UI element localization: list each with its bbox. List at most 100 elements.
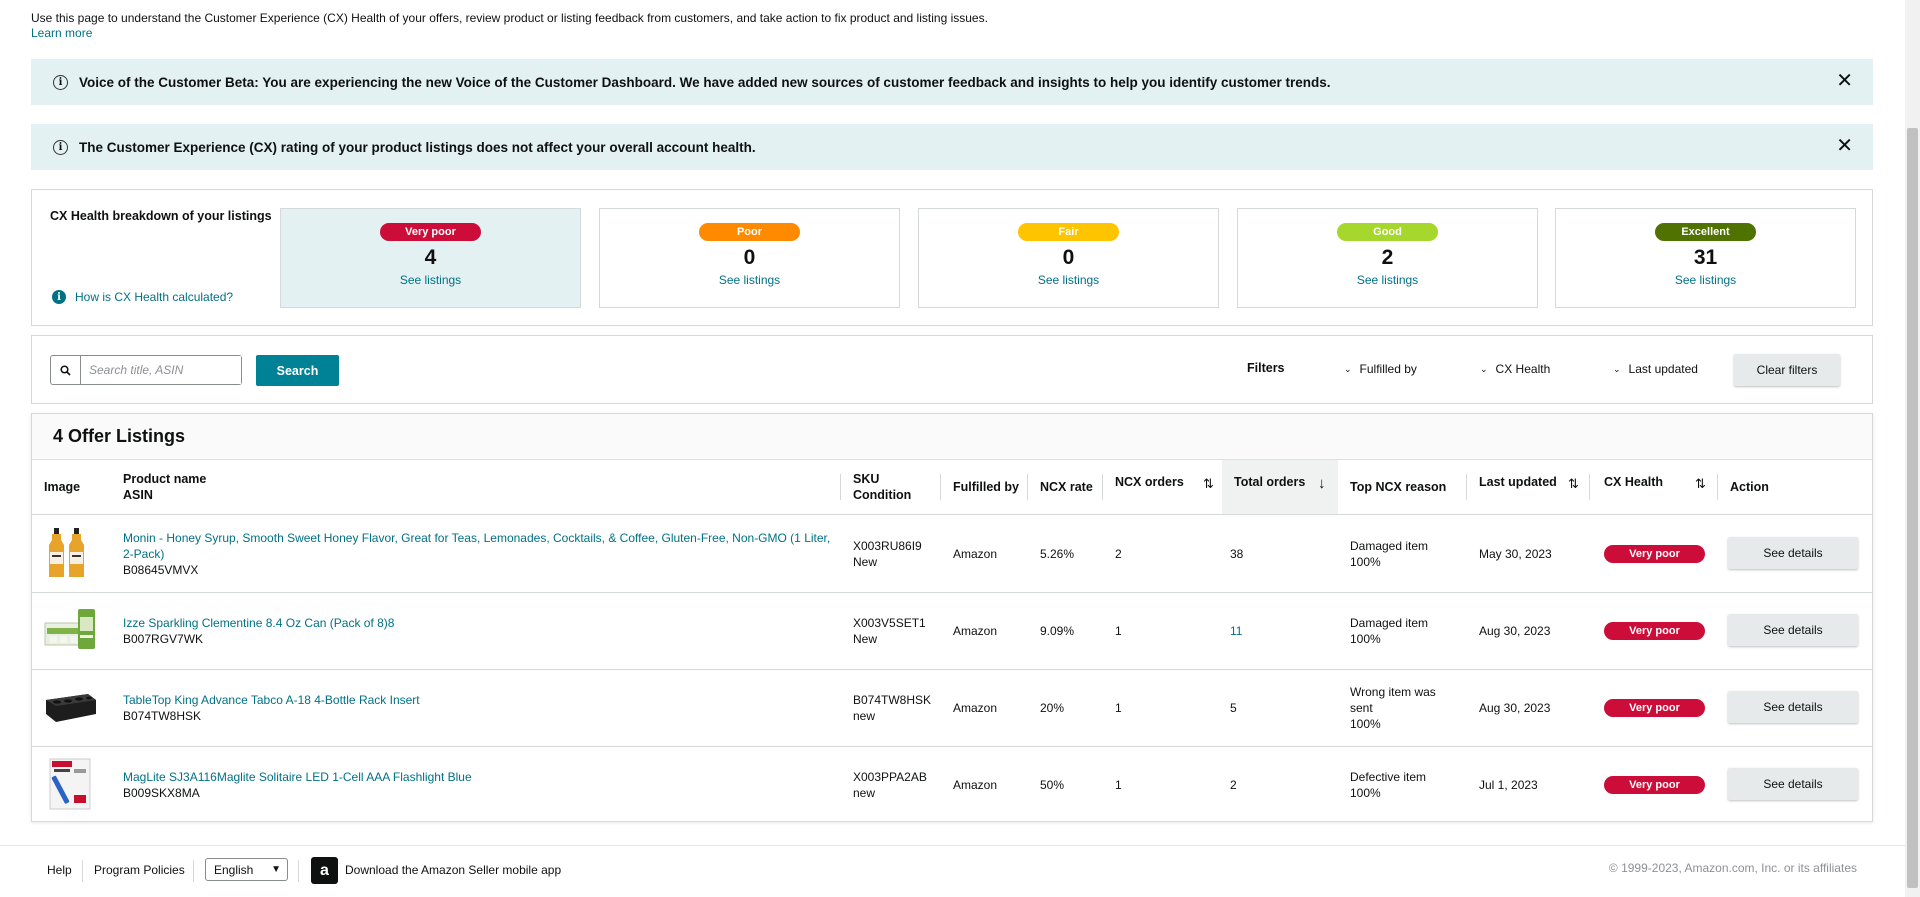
- col-top-ncx-reason: Top NCX reason: [1350, 480, 1447, 494]
- sort-icon[interactable]: ⇅: [1695, 476, 1706, 492]
- cx-rating-banner: i The Customer Experience (CX) rating of…: [31, 124, 1873, 170]
- header-sku: SKU: [853, 472, 880, 486]
- filter-cx-health[interactable]: ⌄ CX Health: [1480, 362, 1550, 376]
- divider: [940, 474, 941, 500]
- header-ncx-orders: NCX orders: [1115, 475, 1184, 489]
- table-row: Izze Sparkling Clementine 8.4 Oz Can (Pa…: [32, 593, 1872, 670]
- product-link[interactable]: MagLite SJ3A116Maglite Solitaire LED 1-C…: [123, 769, 472, 785]
- reason-percent: 100%: [1350, 786, 1381, 800]
- last-updated: Aug 30, 2023: [1479, 624, 1551, 638]
- divider: [298, 860, 299, 882]
- last-updated: Aug 30, 2023: [1479, 701, 1551, 715]
- scrollbar[interactable]: [1905, 0, 1920, 897]
- footer: Help Program Policies English ▼ a Downlo…: [0, 846, 1905, 897]
- health-pill: Good: [1337, 223, 1438, 241]
- total-orders: 5: [1230, 701, 1237, 715]
- see-listings-link[interactable]: See listings: [600, 273, 899, 287]
- banner-text: Voice of the Customer Beta: You are expe…: [79, 74, 1331, 90]
- see-listings-link[interactable]: See listings: [1556, 273, 1855, 287]
- table-row: TableTop King Advance Tabco A-18 4-Bottl…: [32, 670, 1872, 747]
- col-fulfilled-by: Fulfilled by: [953, 480, 1019, 494]
- filters-label: Filters: [1247, 361, 1285, 375]
- health-pill: Fair: [1018, 223, 1119, 241]
- search-button[interactable]: Search: [256, 355, 339, 386]
- condition: new: [853, 709, 876, 723]
- honey-syrup-bottles-image: [49, 528, 84, 577]
- close-icon[interactable]: ✕: [1836, 71, 1853, 91]
- col-ncx-orders[interactable]: NCX orders ⇅: [1115, 460, 1222, 514]
- product-link[interactable]: Monin - Honey Syrup, Smooth Sweet Honey …: [123, 530, 835, 562]
- search-icon: [51, 356, 81, 384]
- cx-health-badge: Very poor: [1604, 622, 1705, 640]
- dropdown-label: Fulfilled by: [1359, 362, 1417, 376]
- chevron-down-icon: ⌄: [1344, 363, 1352, 374]
- sku: X003V5SET1: [853, 616, 926, 630]
- reason-percent: 100%: [1350, 632, 1381, 646]
- card-good[interactable]: Good 2 See listings: [1237, 208, 1538, 308]
- see-listings-link[interactable]: See listings: [919, 273, 1218, 287]
- fulfilled-by: Amazon: [953, 547, 998, 561]
- sort-descending-icon[interactable]: ↓: [1318, 476, 1326, 492]
- filter-fulfilled-by[interactable]: ⌄ Fulfilled by: [1344, 362, 1417, 376]
- ncx-orders: 1: [1115, 778, 1122, 792]
- card-poor[interactable]: Poor 0 See listings: [599, 208, 900, 308]
- clear-filters-button[interactable]: Clear filters: [1734, 354, 1840, 386]
- card-count: 0: [1062, 246, 1075, 269]
- cx-health-help-link[interactable]: i How is CX Health calculated?: [52, 290, 233, 304]
- card-fair[interactable]: Fair 0 See listings: [918, 208, 1219, 308]
- card-excellent[interactable]: Excellent 31 See listings: [1555, 208, 1856, 308]
- divider: [1466, 474, 1467, 500]
- product-link[interactable]: TableTop King Advance Tabco A-18 4-Bottl…: [123, 692, 420, 708]
- product-link[interactable]: Izze Sparkling Clementine 8.4 Oz Can (Pa…: [123, 615, 394, 631]
- total-orders-link[interactable]: 11: [1230, 623, 1242, 639]
- see-details-button[interactable]: See details: [1728, 614, 1858, 646]
- see-details-button[interactable]: See details: [1728, 691, 1858, 723]
- last-updated: May 30, 2023: [1479, 547, 1552, 561]
- see-listings-link[interactable]: See listings: [281, 273, 580, 287]
- close-icon[interactable]: ✕: [1836, 136, 1853, 156]
- amazon-app-icon[interactable]: a: [311, 857, 338, 884]
- learn-more-link[interactable]: Learn more: [31, 26, 92, 40]
- divider: [840, 474, 841, 500]
- card-count: 2: [1381, 246, 1394, 269]
- see-details-button[interactable]: See details: [1728, 537, 1858, 569]
- see-listings-link[interactable]: See listings: [1238, 273, 1537, 287]
- table-title: 4 Offer Listings: [32, 414, 1872, 460]
- col-sku: SKU Condition: [853, 460, 911, 514]
- scrollbar-thumb[interactable]: [1907, 128, 1918, 888]
- card-count: 4: [424, 246, 437, 269]
- header-total-orders: Total orders: [1234, 475, 1306, 489]
- cx-health-badge: Very poor: [1604, 699, 1705, 717]
- ncx-rate: 50%: [1040, 778, 1065, 792]
- search-input[interactable]: [81, 356, 241, 384]
- sort-icon[interactable]: ⇅: [1568, 476, 1579, 492]
- help-link[interactable]: Help: [47, 863, 72, 877]
- ncx-orders: 1: [1115, 624, 1122, 638]
- language-value: English: [214, 862, 254, 877]
- table-header: Image Product name ASIN SKU Condition Fulf…: [32, 460, 1872, 515]
- top-ncx-reason: Damaged item: [1350, 616, 1429, 630]
- col-image: Image: [44, 480, 81, 494]
- header-last-updated: Last updated: [1479, 475, 1557, 489]
- bottle-rack-image: [46, 694, 96, 722]
- sku: X003RU86I9: [853, 539, 922, 553]
- ncx-orders: 1: [1115, 701, 1122, 715]
- col-total-orders[interactable]: Total orders ↓: [1222, 460, 1338, 514]
- sort-icon[interactable]: ⇅: [1203, 476, 1214, 492]
- card-very-poor[interactable]: Very poor 4 See listings: [280, 208, 581, 308]
- divider: [82, 860, 83, 882]
- divider: [193, 860, 194, 882]
- download-app-link[interactable]: Download the Amazon Seller mobile app: [345, 863, 561, 877]
- language-select[interactable]: English ▼: [205, 858, 288, 881]
- see-details-button[interactable]: See details: [1728, 768, 1858, 800]
- cx-health-badge: Very poor: [1604, 545, 1705, 563]
- filter-last-updated[interactable]: ⌄ Last updated: [1613, 362, 1698, 376]
- table-row: MagLite SJ3A116Maglite Solitaire LED 1-C…: [32, 747, 1872, 824]
- col-cx-health[interactable]: CX Health ⇅: [1604, 460, 1712, 514]
- izze-cans-image: [44, 609, 95, 649]
- cx-health-breakdown: CX Health breakdown of your listings i H…: [31, 189, 1873, 326]
- info-icon: i: [53, 74, 68, 90]
- ncx-rate: 9.09%: [1040, 624, 1075, 638]
- program-policies-link[interactable]: Program Policies: [94, 863, 185, 877]
- col-last-updated[interactable]: Last updated ⇅: [1479, 460, 1585, 514]
